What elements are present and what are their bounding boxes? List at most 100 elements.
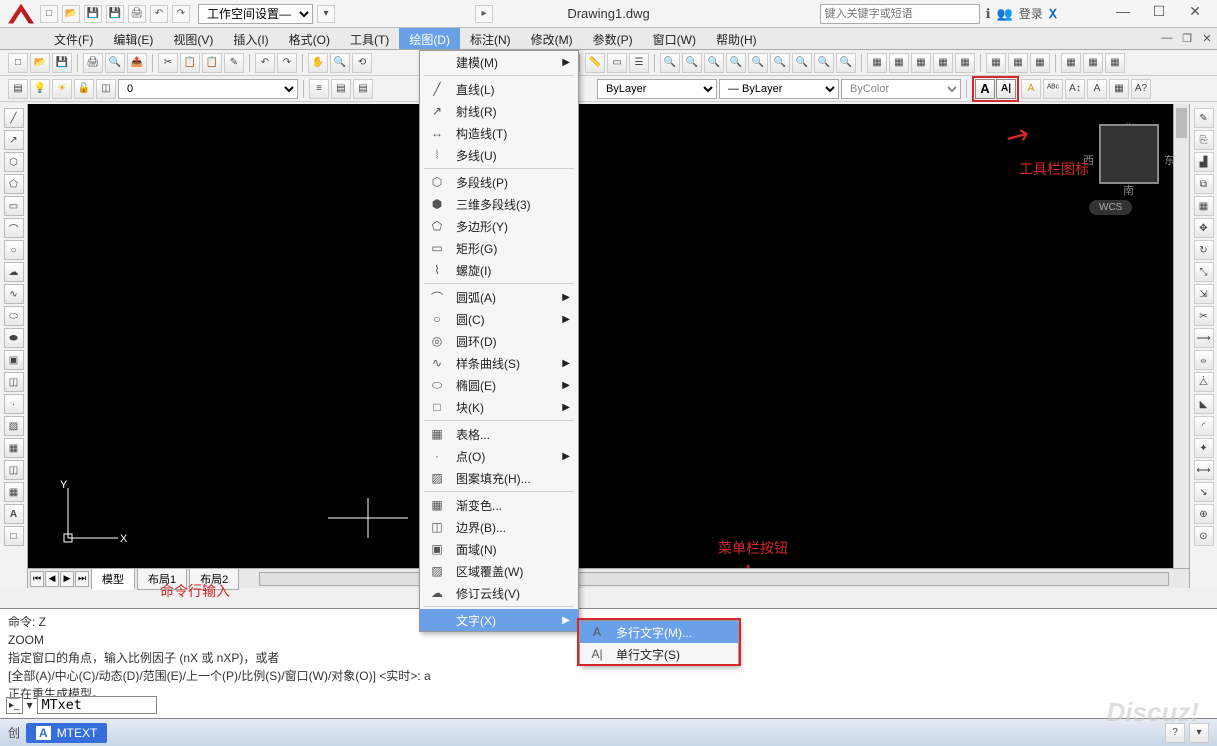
menu-item-文字(X)[interactable]: 文字(X)▶ — [420, 609, 578, 631]
menu-item-表格...[interactable]: ▦表格... — [420, 423, 578, 445]
menu-item-圆弧(A)[interactable]: ⌒圆弧(A)▶ — [420, 286, 578, 308]
menu-item-射线(R)[interactable]: ↗射线(R) — [420, 100, 578, 122]
region-icon[interactable]: ◫ — [4, 460, 24, 480]
move-icon[interactable]: ✥ — [1194, 218, 1214, 238]
revcloud-icon[interactable]: ☁ — [4, 262, 24, 282]
tb-zoom-obj-icon[interactable]: 🔍 — [748, 53, 768, 73]
tb-view4-icon[interactable]: ▦ — [933, 53, 953, 73]
spellcheck-icon[interactable]: ᴬᴮᶜ — [1043, 79, 1063, 99]
qat-saveas-icon[interactable]: 💾 — [106, 5, 124, 23]
tb-redo-icon[interactable]: ↷ — [277, 53, 297, 73]
menu-help[interactable]: 帮助(H) — [706, 28, 767, 49]
circle-icon[interactable]: ○ — [4, 240, 24, 260]
wcs-label[interactable]: WCS — [1089, 200, 1132, 215]
linetype-select[interactable]: ByLayer — [597, 79, 717, 99]
menu-item-多线(U)[interactable]: ⦚多线(U) — [420, 144, 578, 166]
menu-item-圆环(D)[interactable]: ◎圆环(D) — [420, 330, 578, 352]
hatch-icon[interactable]: ▨ — [4, 416, 24, 436]
submenu-item-单行文字(S)[interactable]: A|单行文字(S) — [580, 643, 738, 665]
lock-icon[interactable]: 🔓 — [74, 79, 94, 99]
minimize-button[interactable]: — — [1105, 0, 1141, 22]
tab-next-icon[interactable]: ▶ — [60, 571, 74, 587]
tb-layer1-icon[interactable]: ▦ — [1061, 53, 1081, 73]
offset-icon[interactable]: ⧉ — [1194, 174, 1214, 194]
color-icon[interactable]: ◫ — [96, 79, 116, 99]
info-icon[interactable]: ℹ — [986, 6, 991, 22]
tb-zoomprev-icon[interactable]: ⟲ — [352, 53, 372, 73]
mdi-close-button[interactable]: ✕ — [1197, 28, 1217, 48]
tb-zoom-scale-icon[interactable]: 🔍 — [704, 53, 724, 73]
tb-open-icon[interactable]: 📂 — [30, 53, 50, 73]
tab-prev-icon[interactable]: ◀ — [45, 571, 59, 587]
qat-open-icon[interactable]: 📂 — [62, 5, 80, 23]
menu-item-区域覆盖(W)[interactable]: ▨区域覆盖(W) — [420, 560, 578, 582]
chamfer-icon[interactable]: ◣ — [1194, 394, 1214, 414]
layer-select[interactable]: 0 — [118, 79, 298, 99]
menu-tools[interactable]: 工具(T) — [340, 28, 399, 49]
vertical-scrollbar[interactable] — [1173, 104, 1189, 568]
close-button[interactable]: ✕ — [1177, 0, 1213, 22]
menu-item-多段线(P)[interactable]: ⬡多段线(P) — [420, 171, 578, 193]
cmd-expand-icon[interactable]: ▸_ — [6, 697, 23, 714]
ellipsearc-icon[interactable]: ⬬ — [4, 328, 24, 348]
tb-copy-icon[interactable]: 📋 — [180, 53, 200, 73]
title-arrow-icon[interactable]: ▸ — [475, 5, 493, 23]
menu-insert[interactable]: 插入(I) — [223, 28, 278, 49]
table-icon[interactable]: ▦ — [4, 482, 24, 502]
rotate-icon[interactable]: ↻ — [1194, 240, 1214, 260]
tb-undo-icon[interactable]: ↶ — [255, 53, 275, 73]
stretch-icon[interactable]: ⇲ — [1194, 284, 1214, 304]
field-icon[interactable]: ▦ — [1109, 79, 1129, 99]
menu-file[interactable]: 文件(F) — [44, 28, 103, 49]
qat-redo-icon[interactable]: ↷ — [172, 5, 190, 23]
tab-first-icon[interactable]: ⏮ — [30, 571, 44, 587]
workspace-select[interactable]: 工作空间设置— — [198, 4, 313, 24]
mirror-icon[interactable]: ▟ — [1194, 152, 1214, 172]
layer-state-icon[interactable]: ≡ — [309, 79, 329, 99]
horizontal-scrollbar[interactable] — [259, 572, 1169, 586]
tb-layer2-icon[interactable]: ▦ — [1083, 53, 1103, 73]
tolerance-icon[interactable]: ⊕ — [1194, 504, 1214, 524]
tb-dist-icon[interactable]: 📏 — [585, 53, 605, 73]
menu-item-样条曲线(S)[interactable]: ∿样条曲线(S)▶ — [420, 352, 578, 374]
tb-zoom-in-icon[interactable]: 🔍 — [770, 53, 790, 73]
maximize-button[interactable]: ☐ — [1141, 0, 1177, 22]
menu-item-多边形(Y)[interactable]: ⬠多边形(Y) — [420, 215, 578, 237]
menu-item-三维多段线(3)[interactable]: ⬢三维多段线(3) — [420, 193, 578, 215]
point-icon[interactable]: · — [4, 394, 24, 414]
tb-match-icon[interactable]: ✎ — [224, 53, 244, 73]
ellipse-icon[interactable]: ⬭ — [4, 306, 24, 326]
insert-icon[interactable]: ▣ — [4, 350, 24, 370]
mdi-restore-button[interactable]: ❐ — [1177, 28, 1197, 48]
tb-zoom-dyn-icon[interactable]: 🔍 — [682, 53, 702, 73]
menu-item-圆(C)[interactable]: ○圆(C)▶ — [420, 308, 578, 330]
lineweight-select[interactable]: — ByLayer — [719, 79, 839, 99]
copy-icon[interactable]: ⎘ — [1194, 130, 1214, 150]
block-icon[interactable]: ◫ — [4, 372, 24, 392]
tb-view2-icon[interactable]: ▦ — [889, 53, 909, 73]
login-group[interactable]: ℹ 👥 登录 Ⅹ — [986, 5, 1117, 22]
menu-item-直线(L)[interactable]: ╱直线(L) — [420, 78, 578, 100]
polygon-icon[interactable]: ⬠ — [4, 174, 24, 194]
menu-item-边界(B)...[interactable]: ◫边界(B)... — [420, 516, 578, 538]
dtext-icon[interactable]: A| — [996, 79, 1016, 99]
scale-icon[interactable]: ⤡ — [1194, 262, 1214, 282]
menu-item-构造线(T)[interactable]: ↔构造线(T) — [420, 122, 578, 144]
layer-prev-icon[interactable]: ▤ — [353, 79, 373, 99]
tb-zoom-all-icon[interactable]: 🔍 — [814, 53, 834, 73]
textconv-icon[interactable]: A — [1087, 79, 1107, 99]
tb-zoom-win-icon[interactable]: 🔍 — [660, 53, 680, 73]
trim-icon[interactable]: ✂ — [1194, 306, 1214, 326]
bulb-icon[interactable]: 💡 — [30, 79, 50, 99]
qat-undo-icon[interactable]: ↶ — [150, 5, 168, 23]
command-input[interactable] — [37, 696, 157, 714]
tb-zoom-icon[interactable]: 🔍 — [330, 53, 350, 73]
tb-view7-icon[interactable]: ▦ — [1008, 53, 1028, 73]
tb-paste-icon[interactable]: 📋 — [202, 53, 222, 73]
submenu-item-多行文字(M)...[interactable]: A多行文字(M)... — [580, 621, 738, 643]
tb-view5-icon[interactable]: ▦ — [955, 53, 975, 73]
layers-icon[interactable]: ▤ — [8, 79, 28, 99]
qat-print-icon[interactable]: 🖨 — [128, 5, 146, 23]
menu-window[interactable]: 窗口(W) — [643, 28, 706, 49]
textprop-icon[interactable]: A? — [1131, 79, 1151, 99]
